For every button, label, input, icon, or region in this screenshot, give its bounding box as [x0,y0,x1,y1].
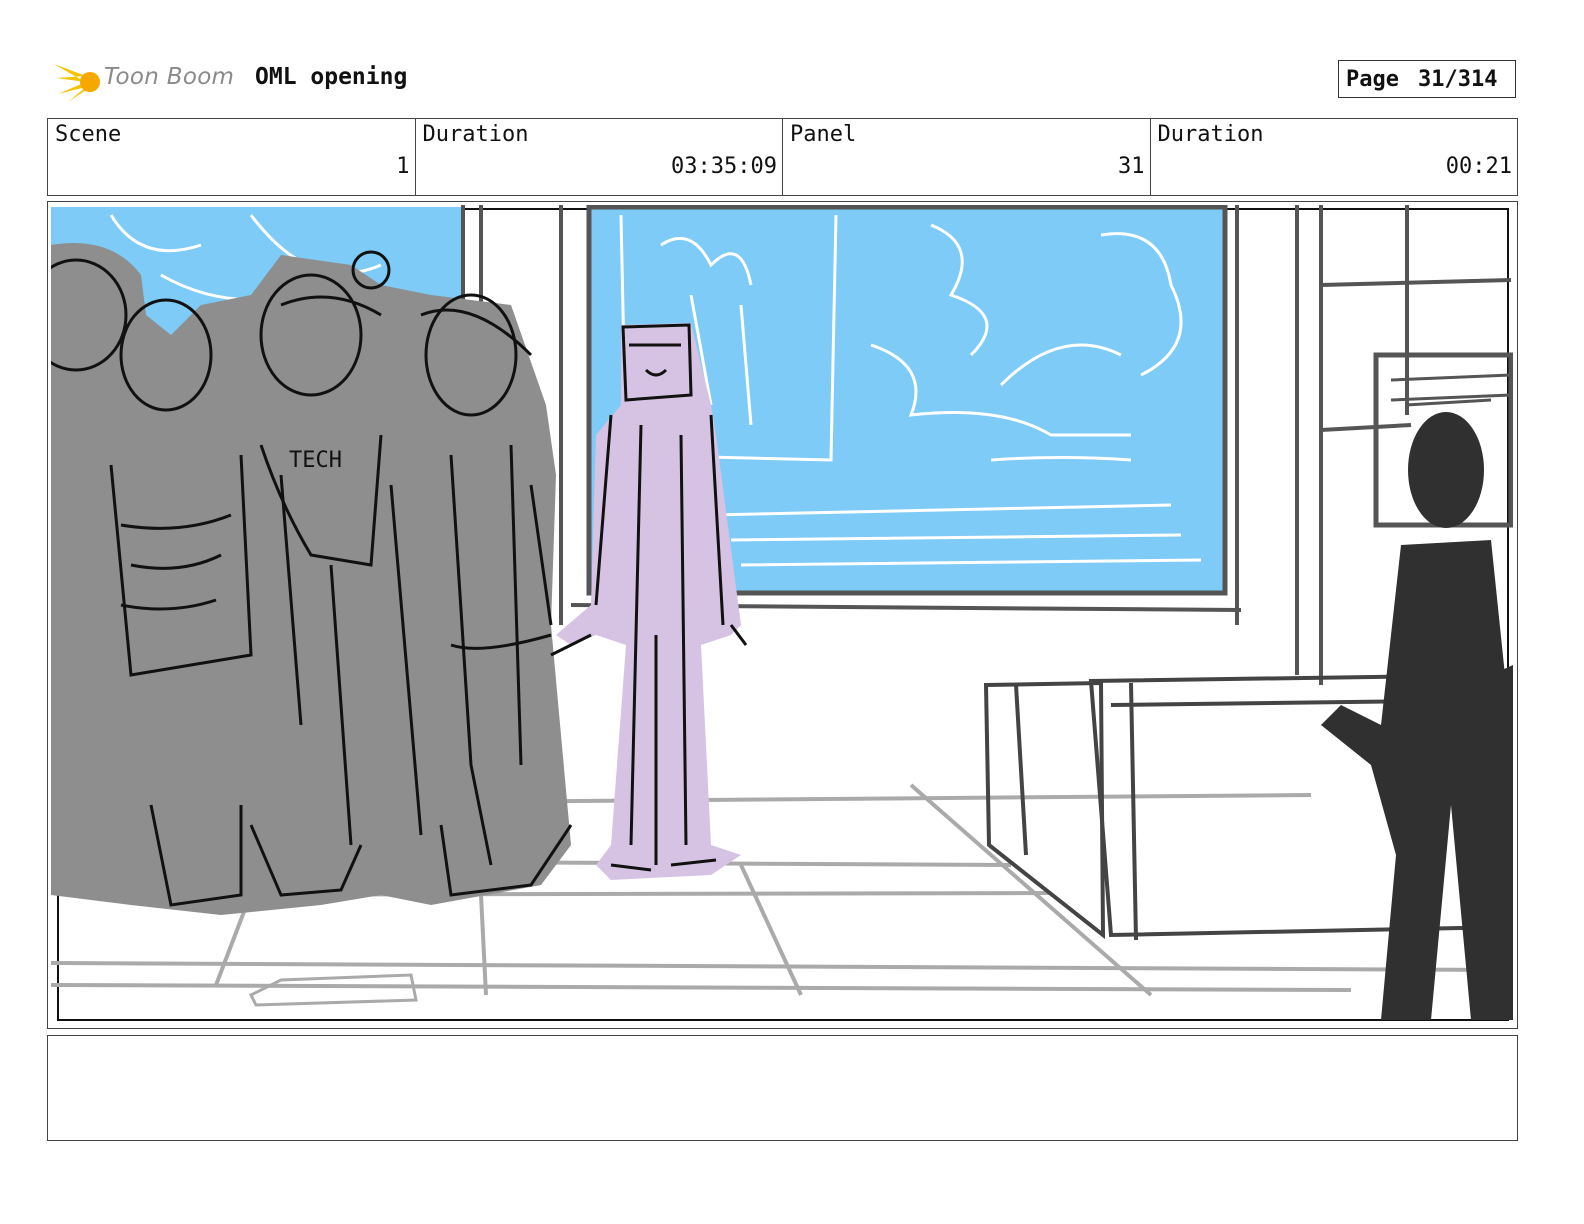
scene-duration-label: Duration [422,122,529,147]
page-label: Page [1346,66,1399,92]
scene-cell: Scene 1 [48,119,416,195]
scene-value: 1 [396,154,410,179]
logo-burst-icon [54,64,100,102]
scene-label: Scene [55,122,122,147]
panel-cell: Panel 31 [783,119,1151,195]
panel-value: 31 [1118,154,1145,179]
page-header: Toon Boom OML opening Page 31/314 [0,0,1584,110]
project-title: OML opening [255,64,408,90]
brand-name: Toon Boom [104,64,235,90]
panel-label: Panel [790,122,857,147]
scene-duration-cell: Duration 03:35:09 [416,119,783,195]
panel-duration-value: 00:21 [1445,154,1512,179]
panel-duration-label: Duration [1157,122,1264,147]
panel-duration-cell: Duration 00:21 [1151,119,1518,195]
scene-duration-value: 03:35:09 [671,154,777,179]
storyboard-panel-image: TECH [51,205,1513,1024]
panel-notes-box [47,1035,1518,1141]
hoodie-sketch-text: TECH [289,448,342,473]
crowd-group: TECH [51,243,573,915]
panel-info-row: Scene 1 Duration 03:35:09 Panel 31 Durat… [47,118,1518,196]
page-number: 31/314 [1417,66,1498,92]
page-indicator: Page 31/314 [1338,60,1516,98]
